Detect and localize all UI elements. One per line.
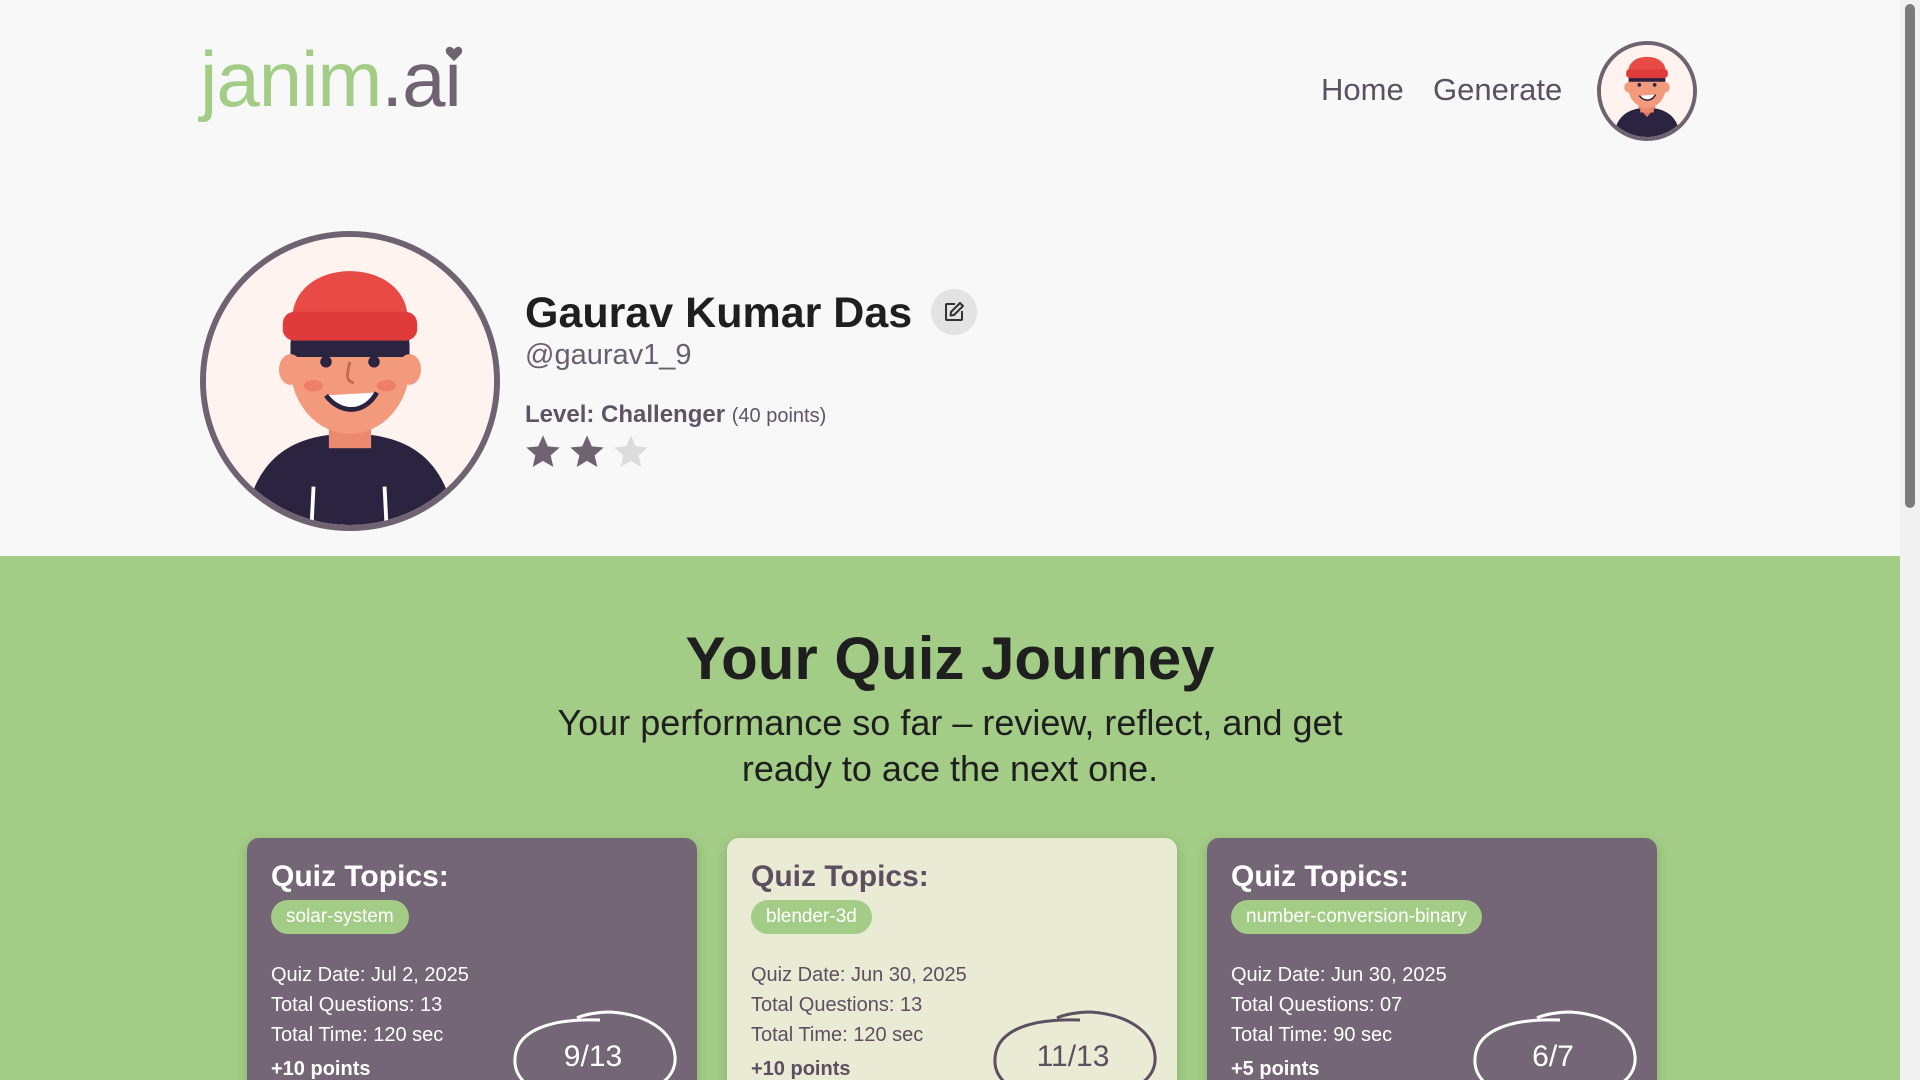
quiz-date: Quiz Date: Jul 2, 2025 [271, 964, 469, 986]
profile-level: Level: Challenger (40 points) [525, 401, 826, 429]
quiz-date: Quiz Date: Jun 30, 2025 [1231, 964, 1447, 986]
profile-name: Gaurav Kumar Das [525, 289, 913, 337]
scrollbar-thumb[interactable] [1905, 4, 1915, 508]
star-icon [614, 435, 648, 467]
score-value: 11/13 [1036, 1040, 1110, 1073]
score-badge: 11/13 [985, 1008, 1161, 1080]
avatar-illustration [206, 237, 494, 525]
score-value: 9/13 [563, 1040, 623, 1073]
edit-profile-button[interactable] [931, 289, 977, 335]
score-badge: 6/7 [1465, 1008, 1641, 1080]
score-badge: 9/13 [505, 1008, 681, 1080]
topic-chip: number-conversion-binary [1231, 900, 1482, 934]
card-title: Quiz Topics: [271, 860, 449, 893]
header: janim.ai Home Generate [0, 0, 1900, 180]
quiz-date: Quiz Date: Jun 30, 2025 [751, 964, 967, 986]
card-title: Quiz Topics: [751, 860, 929, 893]
page-scrollbar[interactable] [1900, 0, 1920, 1080]
topic-chip: solar-system [271, 900, 409, 934]
quiz-journey-section: Your Quiz Journey Your performance so fa… [0, 556, 1900, 1080]
level-stars [523, 432, 651, 472]
journey-subtitle: Your performance so far – review, reflec… [557, 702, 1343, 789]
topic-chip: blender-3d [751, 900, 872, 934]
journey-title: Your Quiz Journey [685, 625, 1215, 692]
user-avatar-menu[interactable] [1597, 41, 1697, 141]
level-points: (40 points) [731, 405, 827, 427]
star-icon [526, 435, 560, 467]
card-title: Quiz Topics: [1231, 860, 1409, 893]
nav-home-link[interactable]: Home [1321, 72, 1404, 108]
quiz-card[interactable]: Quiz Topics: solar-system Quiz Date: Jul… [247, 838, 697, 1080]
quiz-card[interactable]: Quiz Topics: number-conversion-binary Qu… [1207, 838, 1657, 1080]
logo[interactable]: janim.ai [200, 40, 462, 118]
profile-handle: @gaurav1_9 [525, 339, 692, 371]
heart-icon [445, 46, 462, 62]
level-label: Level: Challenger [525, 401, 726, 428]
quiz-card[interactable]: Quiz Topics: blender-3d Quiz Date: Jun 3… [727, 838, 1177, 1080]
profile-avatar [200, 231, 500, 531]
nav-generate-link[interactable]: Generate [1433, 72, 1562, 108]
edit-icon [945, 302, 964, 321]
score-value: 6/7 [1532, 1040, 1574, 1073]
logo-part-janim: janim [200, 35, 382, 123]
star-icon [570, 435, 604, 467]
avatar-illustration [1601, 45, 1693, 137]
